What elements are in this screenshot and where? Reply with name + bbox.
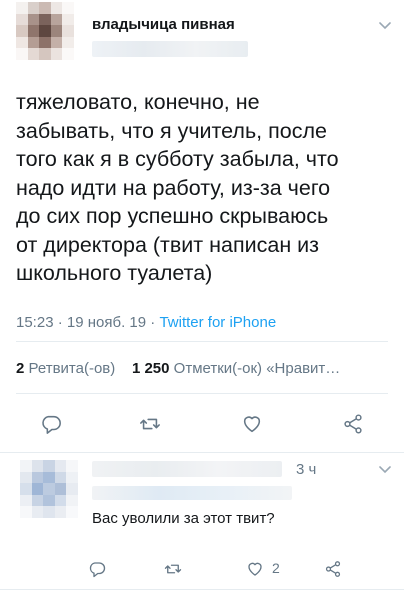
meta-separator: · [53, 314, 67, 331]
tweet-source-link[interactable]: Twitter for iPhone [159, 314, 276, 331]
like-icon[interactable] [246, 560, 264, 578]
reply-like-count: 2 [272, 560, 280, 576]
tweet-meta: 15:23 · 19 нояб. 19 · Twitter for iPhone [16, 314, 276, 331]
share-icon[interactable] [324, 560, 342, 578]
reply-author-name-blurred [92, 461, 282, 477]
like-icon[interactable] [241, 413, 263, 435]
tweet-time: 15:23 [16, 314, 54, 331]
retweet-icon[interactable] [164, 560, 182, 578]
author-name[interactable]: владычица пивная [92, 16, 235, 33]
reply-icon[interactable] [40, 413, 62, 435]
chevron-down-icon[interactable] [378, 462, 392, 480]
chevron-down-icon[interactable] [378, 18, 392, 36]
replying-to-blurred [92, 486, 292, 500]
divider [0, 589, 404, 590]
divider [16, 341, 388, 342]
retweets-label[interactable]: Ретвита(-ов) [29, 360, 116, 377]
divider [0, 452, 404, 453]
share-icon[interactable] [342, 413, 364, 435]
meta-separator: · [146, 314, 160, 331]
retweet-icon[interactable] [139, 413, 161, 435]
reply-text: Вас уволили за этот твит? [92, 510, 275, 527]
reply-author-avatar[interactable] [20, 460, 78, 518]
tweet-stats: 2 Ретвита(-ов) 1 250 Отметки(-ок) «Нрави… [16, 360, 396, 377]
divider [16, 393, 388, 394]
author-avatar[interactable] [16, 2, 74, 60]
likes-count[interactable]: 1 250 [132, 360, 170, 377]
reply-time: 3 ч [296, 461, 317, 478]
retweets-count[interactable]: 2 [16, 360, 24, 377]
tweet-date: 19 нояб. 19 [66, 314, 147, 331]
author-handle-blurred [92, 41, 248, 57]
likes-label[interactable]: Отметки(-ок) «Нравит… [174, 360, 341, 377]
reply-icon[interactable] [88, 560, 106, 578]
tweet-text: тяжеловато, конечно, не забывать, что я … [16, 90, 339, 285]
